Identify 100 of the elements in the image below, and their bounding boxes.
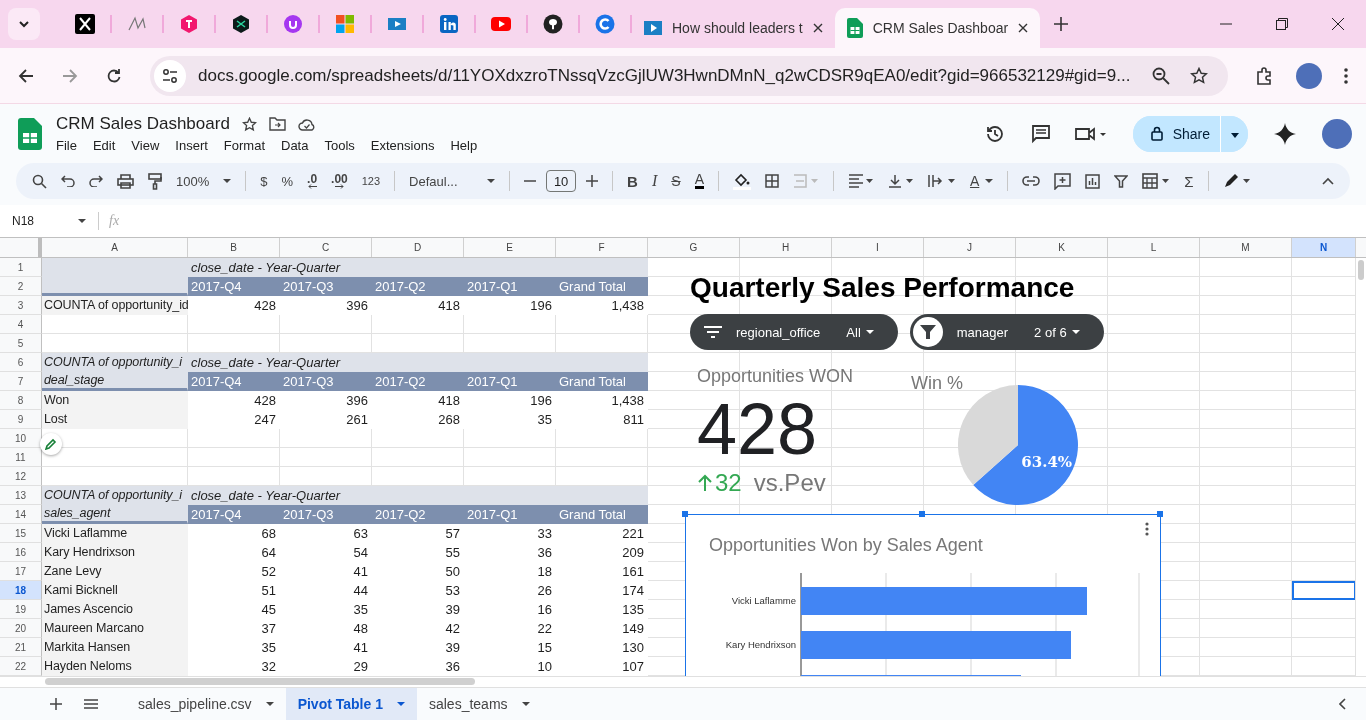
address-field[interactable]: docs.google.com/spreadsheets/d/11YOXdxzroTNssqVzcGjlUW3HwnDMnN_q2wCDSR9qEA0/edit?gid=966532129#gid=9... — [150, 55, 1228, 96]
font-size-field[interactable]: 10 — [546, 170, 577, 192]
column-header[interactable]: A — [42, 238, 188, 257]
column-header[interactable]: L — [1108, 238, 1200, 257]
column-header[interactable]: I — [832, 238, 924, 257]
row-header[interactable]: 11 — [0, 448, 42, 467]
menu-icon[interactable] — [1344, 67, 1348, 84]
align-icon[interactable] — [847, 174, 874, 188]
filter-icon[interactable] — [1114, 174, 1129, 188]
row-header[interactable]: 9 — [0, 410, 42, 429]
link-icon[interactable] — [1022, 176, 1041, 186]
bold-button[interactable]: B — [627, 172, 638, 190]
italic-button[interactable]: I — [651, 172, 658, 190]
column-header[interactable]: F — [556, 238, 648, 257]
row-header[interactable]: 19 — [0, 600, 42, 619]
menu-item[interactable]: Format — [223, 138, 265, 153]
close-icon[interactable] — [1018, 23, 1029, 33]
star-icon[interactable] — [241, 116, 257, 132]
column-header[interactable]: B — [188, 238, 280, 257]
print-icon[interactable] — [117, 173, 134, 189]
close-icon[interactable] — [1332, 18, 1344, 30]
more-icon[interactable] — [1145, 522, 1149, 536]
row-header[interactable]: 12 — [0, 467, 42, 486]
row-header[interactable]: 8 — [0, 391, 42, 410]
font-dropdown[interactable]: Defaul... — [409, 173, 496, 189]
menu-item[interactable]: Edit — [92, 138, 116, 153]
row-header[interactable]: 10 — [0, 429, 42, 448]
comment-icon[interactable] — [1030, 123, 1051, 144]
chart-icon[interactable] — [1085, 173, 1101, 189]
undo-icon[interactable] — [61, 175, 75, 187]
borders-icon[interactable] — [764, 174, 779, 188]
play-icon[interactable] — [491, 14, 511, 34]
video-call-icon[interactable] — [1074, 125, 1107, 142]
search-icon[interactable] — [32, 173, 47, 189]
strikethrough-button[interactable]: S — [671, 173, 681, 189]
row-header[interactable]: 17 — [0, 562, 42, 581]
decrease-decimal-button[interactable]: .0 — [307, 173, 318, 189]
resize-handle[interactable] — [1157, 511, 1163, 517]
resize-handle[interactable] — [919, 511, 925, 517]
row-header[interactable]: 1 — [0, 258, 42, 277]
fill-color-icon[interactable] — [732, 172, 751, 190]
puzzle-icon[interactable] — [1256, 66, 1274, 85]
currency-button[interactable]: $ — [260, 173, 268, 189]
resize-handle[interactable] — [682, 511, 688, 517]
four-squares-icon[interactable] — [335, 14, 355, 34]
column-header[interactable]: E — [464, 238, 556, 257]
row-header[interactable]: 18 — [0, 581, 42, 600]
row-header[interactable]: 7 — [0, 372, 42, 391]
restore-icon[interactable] — [1276, 18, 1288, 30]
vertical-scrollbar[interactable] — [1355, 258, 1366, 676]
hexagon-icon[interactable] — [231, 14, 251, 34]
row-header[interactable]: 6 — [0, 353, 42, 372]
x-mark-icon[interactable] — [75, 14, 95, 34]
filter-chip[interactable]: regional_office All — [690, 314, 898, 350]
menu-item[interactable]: Data — [281, 138, 309, 153]
column-header[interactable]: N — [1292, 238, 1356, 257]
menu-item[interactable]: File — [56, 138, 77, 153]
row-header[interactable]: 4 — [0, 315, 42, 334]
browser-tab[interactable]: CRM Sales Dashboar — [834, 8, 1041, 48]
row-header[interactable]: 3 — [0, 296, 42, 315]
menu-item[interactable]: View — [131, 138, 160, 153]
add-comment-icon[interactable] — [1054, 172, 1072, 190]
column-header[interactable]: G — [648, 238, 740, 257]
column-header[interactable]: D — [372, 238, 464, 257]
plus-icon[interactable] — [586, 175, 599, 187]
cloud-icon[interactable] — [297, 117, 316, 131]
add-sheet-icon[interactable] — [50, 698, 62, 710]
sheet-tab[interactable]: sales_pipeline.csv — [126, 688, 286, 720]
edit-pivot-icon[interactable] — [40, 433, 62, 455]
row-header[interactable]: 2 — [0, 277, 42, 296]
row-header[interactable]: 21 — [0, 638, 42, 657]
menu-item[interactable]: Tools — [324, 138, 355, 153]
more-formats-button[interactable]: 123 — [361, 175, 381, 187]
menu-item[interactable]: Insert — [175, 138, 208, 153]
collapse-icon[interactable] — [1322, 177, 1334, 185]
name-box[interactable]: N18 — [12, 213, 88, 228]
horizontal-scrollbar[interactable] — [45, 678, 475, 685]
text-wrap-icon[interactable] — [927, 174, 956, 188]
document-title[interactable]: CRM Sales Dashboard — [56, 114, 230, 134]
row-header[interactable]: 16 — [0, 543, 42, 562]
reload-icon[interactable] — [106, 67, 122, 84]
text-color-button[interactable]: A — [694, 173, 704, 189]
forward-icon[interactable] — [62, 67, 78, 84]
zoom-icon[interactable] — [1152, 66, 1170, 85]
row-header[interactable]: 15 — [0, 524, 42, 543]
vertical-align-icon[interactable] — [887, 174, 914, 188]
row-header[interactable]: 20 — [0, 619, 42, 638]
increase-decimal-button[interactable]: .00 — [331, 173, 348, 189]
tab-search-button[interactable] — [8, 8, 40, 40]
calculator-icon[interactable] — [1142, 173, 1171, 189]
history-icon[interactable] — [984, 123, 1005, 144]
chart-card[interactable]: Opportunities Won by Sales Agent Vicki Laflamme Kary Hendrixson — [685, 514, 1161, 676]
browser-tab[interactable]: How should leaders t — [632, 8, 835, 48]
row-header[interactable]: 5 — [0, 334, 42, 353]
column-header[interactable]: K — [1016, 238, 1108, 257]
text-rotation-button[interactable]: A — [969, 173, 994, 189]
circle-icon[interactable] — [543, 14, 563, 34]
row-header[interactable]: 13 — [0, 486, 42, 505]
pencil-icon[interactable] — [1222, 173, 1251, 189]
zoom-dropdown[interactable]: 100% — [176, 173, 232, 189]
